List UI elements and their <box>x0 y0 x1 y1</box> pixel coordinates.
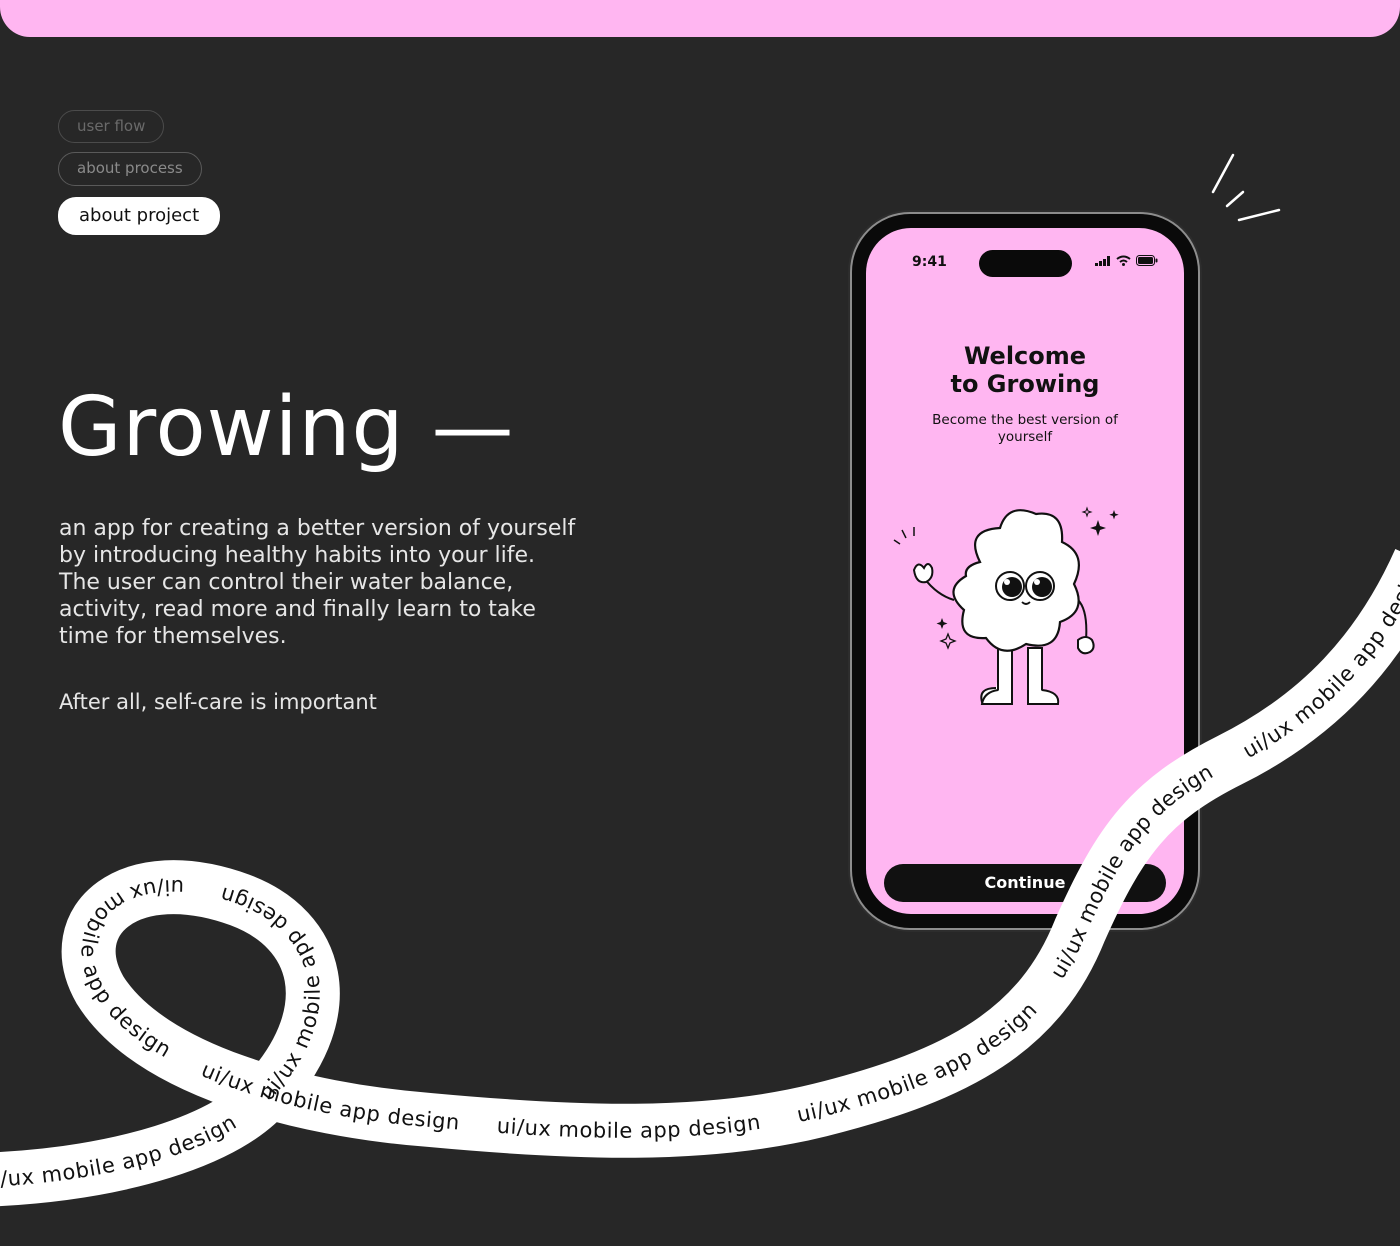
ui-ux-ribbon: ui/ux mobile app design ui/ux mobile app… <box>0 0 1400 1246</box>
